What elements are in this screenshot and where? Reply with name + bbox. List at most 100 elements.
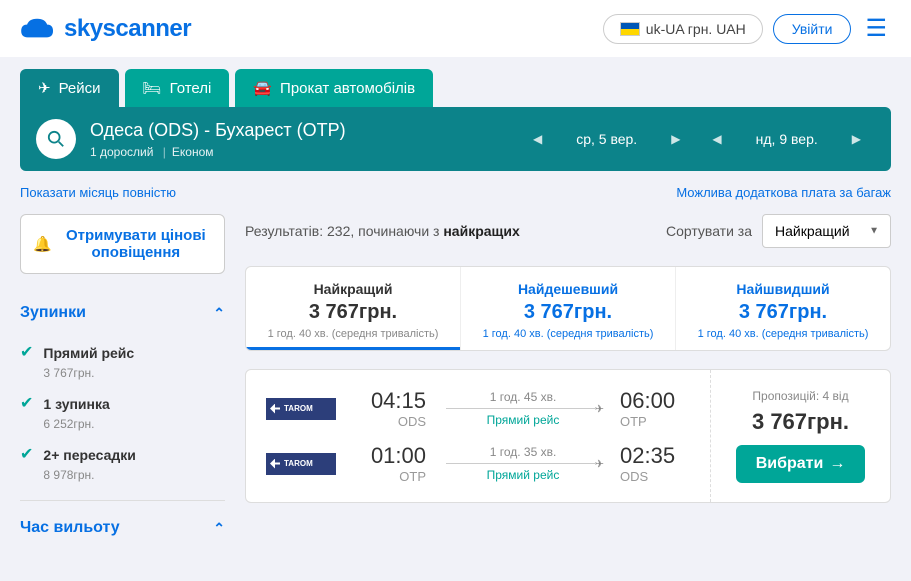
next-day-return[interactable]: ▶	[838, 126, 875, 152]
results-content: Результатів: 232, починаючи з найкращих …	[245, 214, 891, 546]
sort-label: Сортувати за	[666, 223, 752, 239]
departure-airport: OTP	[356, 469, 426, 484]
filter-item-direct[interactable]: ✔ Прямий рейс 3 767грн.	[20, 345, 225, 380]
return-leg: TAROM 01:00 OTP 1 год. 35 хв. Прямий рей…	[266, 443, 690, 484]
filter-stops: Зупинки ⌃ ✔ Прямий рейс 3 767грн. ✔ 1 зу…	[20, 304, 225, 482]
filter-item-1-stop[interactable]: ✔ 1 зупинка 6 252грн.	[20, 396, 225, 431]
leg-duration: 1 год. 45 хв.	[446, 390, 600, 404]
sort-select-wrap: Найкращий	[762, 214, 891, 248]
summary-title: Найкращий	[254, 281, 452, 297]
arrival-time: 02:35	[620, 443, 690, 469]
product-tabs: ✈ Рейси 🛏 Готелі 🚘 Прокат автомобілів	[20, 69, 891, 107]
leg-duration: 1 год. 35 хв.	[446, 445, 600, 459]
direct-label: Прямий рейс	[446, 468, 600, 482]
main-content: 🔔 Отримувати цінові оповіщення Зупинки ⌃…	[0, 214, 911, 566]
checkbox-checked-icon: ✔	[20, 447, 33, 482]
summary-best[interactable]: Найкращий 3 767грн. 1 год. 40 хв. (серед…	[246, 267, 461, 350]
sort-select[interactable]: Найкращий	[762, 214, 891, 248]
search-icon-button[interactable]	[36, 119, 76, 159]
summary-fastest[interactable]: Найшвидший 3 767грн. 1 год. 40 хв. (сере…	[676, 267, 890, 350]
arrival-time: 06:00	[620, 388, 690, 414]
filter-item-2plus-stops[interactable]: ✔ 2+ пересадки 8 978грн.	[20, 447, 225, 482]
tab-label: Готелі	[170, 80, 212, 97]
summary-duration: 1 год. 40 хв. (середня тривалість)	[684, 328, 882, 340]
tab-label: Прокат автомобілів	[280, 80, 415, 97]
arrival-airport: OTP	[620, 414, 690, 429]
tab-flights[interactable]: ✈ Рейси	[20, 69, 119, 107]
skyscanner-logo-icon	[20, 17, 58, 41]
summary-price: 3 767грн.	[469, 301, 667, 324]
direct-label: Прямий рейс	[446, 413, 600, 427]
filters-sidebar: 🔔 Отримувати цінові оповіщення Зупинки ⌃…	[20, 214, 225, 546]
filter-item-label: 2+ пересадки	[43, 447, 136, 463]
search-bar: Одеса (ODS) - Бухарест (OTP) 1 дорослий|…	[20, 107, 891, 171]
price-alerts-button[interactable]: 🔔 Отримувати цінові оповіщення	[20, 214, 225, 274]
logo-text: skyscanner	[64, 15, 191, 43]
checkbox-checked-icon: ✔	[20, 396, 33, 431]
flight-result-card: TAROM 04:15 ODS 1 год. 45 хв. Прямий рей…	[245, 369, 891, 503]
return-date[interactable]: нд, 9 вер.	[736, 131, 838, 147]
divider	[20, 500, 225, 501]
tab-hotels[interactable]: 🛏 Готелі	[125, 69, 230, 107]
filter-departure-time: Час вильоту ⌃	[20, 519, 225, 546]
tab-car-rental[interactable]: 🚘 Прокат автомобілів	[235, 69, 433, 107]
select-flight-button[interactable]: Вибрати →	[736, 445, 866, 483]
info-links: Показати місяць повністю Можлива додатко…	[0, 171, 911, 214]
arrival-airport: ODS	[620, 469, 690, 484]
tab-label: Рейси	[59, 80, 101, 97]
filter-title: Зупинки	[20, 304, 86, 322]
filter-item-label: 1 зупинка	[43, 396, 109, 412]
filter-item-price: 3 767грн.	[43, 366, 94, 380]
date-navigation: ◀ ср, 5 вер. ▶ ◀ нд, 9 вер. ▶	[519, 126, 875, 152]
flight-line-icon	[446, 463, 600, 464]
next-day-outbound[interactable]: ▶	[657, 126, 694, 152]
summary-title: Найшвидший	[684, 281, 882, 297]
filter-item-label: Прямий рейс	[43, 345, 134, 361]
show-month-link[interactable]: Показати місяць повністю	[20, 185, 176, 200]
locale-button[interactable]: uk-UA грн. UAH	[603, 14, 763, 44]
offers-count: Пропозицій: 4 від	[752, 389, 848, 403]
leg-middle: 1 год. 35 хв. Прямий рейс	[446, 445, 600, 482]
outbound-date-nav: ◀ ср, 5 вер. ▶	[519, 126, 694, 152]
header-actions: uk-UA грн. UAH Увійти ☰	[603, 10, 891, 47]
return-date-nav: ◀ нд, 9 вер. ▶	[698, 126, 875, 152]
summary-price: 3 767грн.	[684, 301, 882, 324]
departure-block: 04:15 ODS	[356, 388, 426, 429]
departure-time: 04:15	[356, 388, 426, 414]
chevron-up-icon: ⌃	[213, 520, 225, 537]
login-button[interactable]: Увійти	[773, 14, 852, 44]
filter-title: Час вильоту	[20, 519, 120, 537]
arrival-block: 06:00 OTP	[620, 388, 690, 429]
filter-departure-header[interactable]: Час вильоту ⌃	[20, 519, 225, 546]
results-count: Результатів: 232, починаючи з найкращих	[245, 223, 520, 239]
chevron-up-icon: ⌃	[213, 305, 225, 322]
arrival-block: 02:35 ODS	[620, 443, 690, 484]
filter-stops-header[interactable]: Зупинки ⌃	[20, 304, 225, 331]
departure-time: 01:00	[356, 443, 426, 469]
summary-tabs: Найкращий 3 767грн. 1 год. 40 хв. (серед…	[245, 266, 891, 351]
header: skyscanner uk-UA грн. UAH Увійти ☰	[0, 0, 911, 57]
arrow-right-icon: →	[829, 455, 845, 473]
departure-block: 01:00 OTP	[356, 443, 426, 484]
prev-day-outbound[interactable]: ◀	[519, 126, 556, 152]
plane-icon: ✈	[38, 79, 51, 97]
outbound-date[interactable]: ср, 5 вер.	[556, 131, 657, 147]
locale-text: uk-UA грн. UAH	[646, 21, 746, 37]
alert-button-label: Отримувати цінові оповіщення	[60, 227, 212, 261]
flight-price: 3 767грн.	[752, 409, 849, 435]
car-icon: 🚘	[253, 79, 272, 97]
bed-icon: 🛏	[143, 79, 162, 97]
filter-item-price: 6 252грн.	[43, 417, 94, 431]
hamburger-menu-icon[interactable]: ☰	[861, 10, 891, 47]
logo[interactable]: skyscanner	[20, 15, 191, 43]
summary-cheapest[interactable]: Найдешевший 3 767грн. 1 год. 40 хв. (сер…	[461, 267, 676, 350]
airline-logo: TAROM	[266, 398, 336, 420]
route-text: Одеса (ODS) - Бухарест (OTP)	[90, 120, 519, 141]
prev-day-return[interactable]: ◀	[698, 126, 735, 152]
flight-legs: TAROM 04:15 ODS 1 год. 45 хв. Прямий рей…	[246, 370, 710, 502]
summary-title: Найдешевший	[469, 281, 667, 297]
outbound-leg: TAROM 04:15 ODS 1 год. 45 хв. Прямий рей…	[266, 388, 690, 429]
search-summary[interactable]: Одеса (ODS) - Бухарест (OTP) 1 дорослий|…	[90, 120, 519, 159]
summary-duration: 1 год. 40 хв. (середня тривалість)	[254, 328, 452, 340]
baggage-fee-link[interactable]: Можлива додаткова плата за багаж	[676, 185, 891, 200]
